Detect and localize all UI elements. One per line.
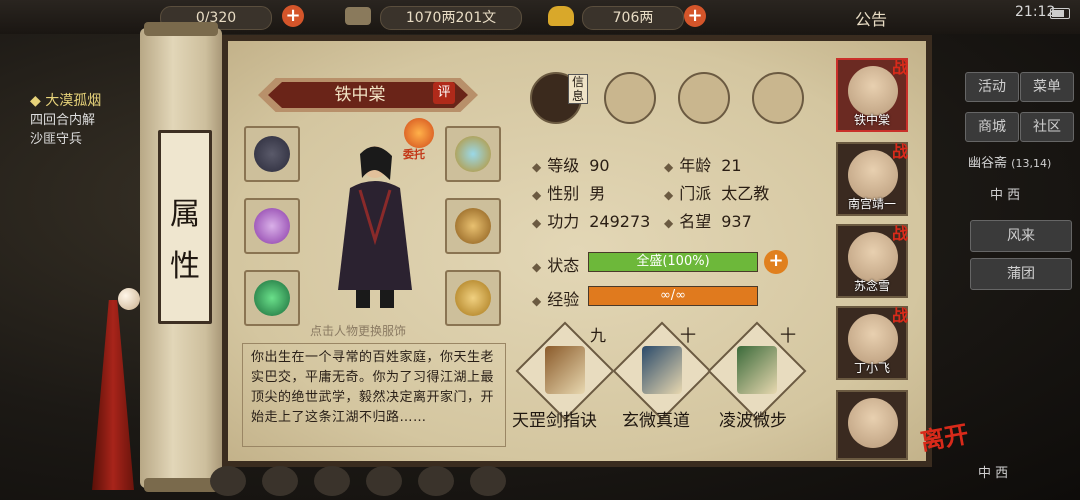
roster-member[interactable]: 南宫靖一 战 bbox=[836, 142, 908, 216]
skill-scroll-icon bbox=[545, 346, 585, 394]
change-outfit-hint: 点击人物更换服饰 bbox=[310, 324, 407, 338]
skill-level: 九 bbox=[590, 326, 607, 345]
avatar bbox=[848, 66, 898, 116]
skill-level: 十 bbox=[780, 326, 797, 345]
roster-member[interactable]: 丁小飞 战 bbox=[836, 306, 908, 380]
battery-icon bbox=[1050, 8, 1070, 19]
roster-member[interactable]: 铁中棠 战 bbox=[836, 58, 908, 132]
stat-power: ◆ 功力 249273 bbox=[532, 212, 651, 231]
exp-bar-text: ∞/∞ bbox=[659, 288, 687, 303]
add-stamina-button[interactable]: + bbox=[282, 5, 304, 27]
quest-tracker[interactable]: ◆ 大漠孤烟 四回合内解 沙匪守兵 bbox=[30, 92, 101, 149]
avatar bbox=[848, 314, 898, 364]
equipment-slot-accessory[interactable] bbox=[445, 270, 501, 326]
skill-name: 玄微真道 bbox=[622, 411, 690, 431]
menu-button[interactable]: 菜单 bbox=[1020, 72, 1074, 102]
diamond-icon: ◆ bbox=[30, 93, 41, 109]
character-backstory: 你出生在一个寻常的百姓家庭，你天生老实巴交，平庸无奇。你为了习得江湖上最顶尖的绝… bbox=[242, 343, 506, 447]
stat-age: ◆ 年龄 21 bbox=[664, 156, 742, 175]
bottom-menu-icon[interactable] bbox=[418, 466, 454, 496]
status-bar: 全盛(100%) bbox=[588, 252, 758, 272]
bottom-menu-icon[interactable] bbox=[262, 466, 298, 496]
tab-meridians[interactable] bbox=[752, 72, 804, 124]
location-item-button[interactable]: 风来 bbox=[970, 220, 1072, 252]
quest-line: 四回合内解 bbox=[30, 113, 96, 128]
exp-label: ◆ 经验 bbox=[532, 290, 580, 309]
stat-level: ◆ 等级 90 bbox=[532, 156, 610, 175]
stat-fame: ◆ 名望 937 bbox=[664, 212, 752, 231]
status-label: ◆ 状态 bbox=[532, 256, 580, 275]
jade-bead-decoration bbox=[118, 288, 140, 310]
location-item-button[interactable]: 蒲团 bbox=[970, 258, 1072, 290]
equipment-slot-hat[interactable] bbox=[445, 126, 501, 182]
coins-icon bbox=[345, 7, 371, 25]
activity-button[interactable]: 活动 bbox=[965, 72, 1019, 102]
tab-bagua[interactable] bbox=[678, 72, 730, 124]
skill-name: 天罡剑指诀 bbox=[512, 411, 597, 431]
avatar bbox=[848, 398, 898, 448]
add-gold-button[interactable]: + bbox=[684, 5, 706, 27]
shop-button[interactable]: 商城 bbox=[965, 112, 1019, 142]
status-bar-text: 全盛(100%) bbox=[636, 254, 710, 269]
roster-member[interactable] bbox=[836, 390, 908, 460]
bottom-menu-icon[interactable] bbox=[366, 466, 402, 496]
tab-inventory[interactable] bbox=[604, 72, 656, 124]
bottom-menu-icon[interactable] bbox=[470, 466, 506, 496]
skill-book-icon bbox=[642, 346, 682, 394]
quest-title: 大漠孤烟 bbox=[45, 93, 102, 109]
battle-tag: 战 bbox=[891, 142, 908, 161]
skill-name: 凌波微步 bbox=[719, 411, 787, 431]
scroll-cap bbox=[144, 478, 218, 492]
battle-tag: 战 bbox=[891, 58, 908, 77]
attributes-tab-label: 属 性 bbox=[158, 130, 212, 324]
scroll-cap bbox=[144, 22, 218, 36]
notice-button[interactable]: 公告 bbox=[855, 6, 887, 30]
battle-tag: 战 bbox=[891, 306, 908, 325]
character-name: 铁中棠 bbox=[334, 85, 386, 105]
equipment-slot-armor[interactable] bbox=[445, 198, 501, 254]
stat-sect: ◆ 门派 太乙教 bbox=[664, 184, 770, 203]
location-name: 幽谷斋 (13,14) bbox=[968, 156, 1052, 171]
community-button[interactable]: 社区 bbox=[1020, 112, 1074, 142]
gold-counter: 706两 bbox=[582, 6, 684, 30]
character-portrait[interactable] bbox=[320, 140, 430, 312]
equipment-slot-gloves[interactable] bbox=[244, 126, 300, 182]
area-label-bottom: 中 西 bbox=[978, 466, 1009, 481]
skill-scroll-icon bbox=[737, 346, 777, 394]
restore-status-button[interactable]: + bbox=[764, 250, 788, 274]
battle-tag: 战 bbox=[891, 224, 908, 243]
coins-counter: 1070两201文 bbox=[380, 6, 522, 30]
bottom-menu-icon[interactable] bbox=[314, 466, 350, 496]
delegate-icon[interactable] bbox=[404, 118, 434, 148]
exp-bar: ∞/∞ bbox=[588, 286, 758, 306]
equipment-slot-ring[interactable] bbox=[244, 270, 300, 326]
bottom-menu-icon[interactable] bbox=[210, 466, 246, 496]
tab-info-label: 信息 bbox=[568, 74, 588, 104]
area-label: 中 西 bbox=[990, 188, 1021, 203]
stat-gender: ◆ 性别男 bbox=[532, 184, 606, 203]
rate-button[interactable]: 评 bbox=[433, 82, 455, 104]
equipment-slot-helmet[interactable] bbox=[244, 198, 300, 254]
gold-ingot-icon bbox=[548, 6, 574, 26]
roster-member[interactable]: 苏念雪 战 bbox=[836, 224, 908, 298]
delegate-label: 委托 bbox=[403, 148, 425, 161]
avatar bbox=[848, 232, 898, 282]
quest-line: 沙匪守兵 bbox=[30, 132, 83, 147]
avatar bbox=[848, 150, 898, 200]
